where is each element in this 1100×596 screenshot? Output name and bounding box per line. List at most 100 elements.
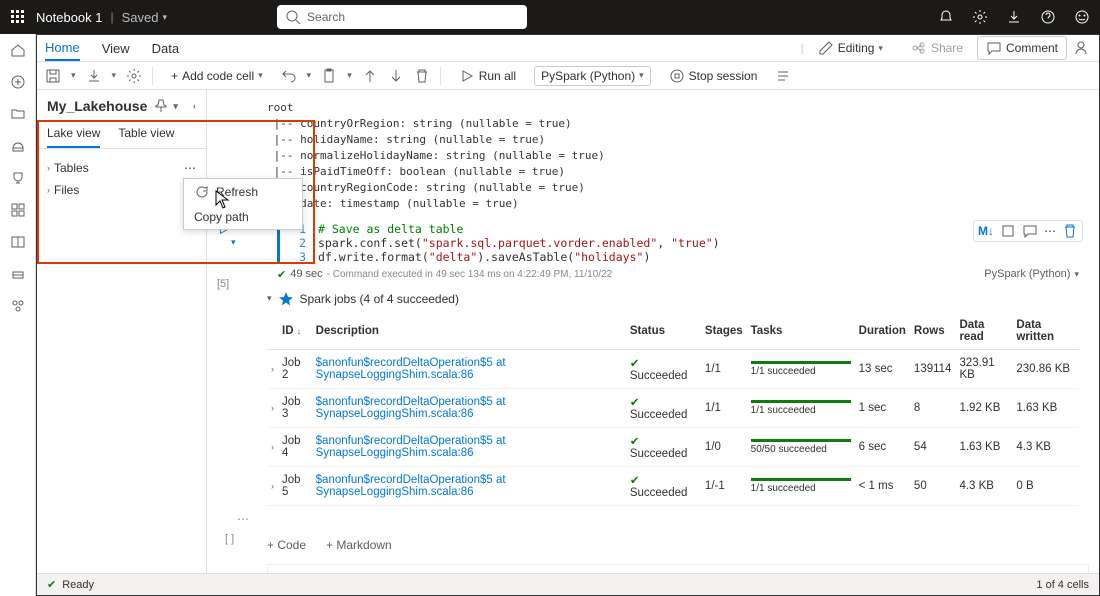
download-icon[interactable] [1006,9,1022,25]
chevron-right-icon: › [47,185,50,195]
lakehouse-name[interactable]: My_Lakehouse [47,98,147,114]
tab-lake-view[interactable]: Lake view [47,126,100,148]
chevron-down-icon: ▾ [639,70,644,81]
share-icon [911,40,927,56]
chevron-down-icon[interactable]: ▾ [231,237,236,247]
search-placeholder: Search [307,10,345,24]
cell-language[interactable]: PySpark (Python) ▾ [984,268,1079,280]
undo-icon[interactable] [281,68,297,84]
lakehouse-icon[interactable] [10,266,26,282]
chevron-down-icon: ▾ [258,70,263,81]
table-row[interactable]: ›Job 2$anonfun$recordDeltaOperation$5 at… [267,349,1079,388]
in-label: [5] [217,278,229,290]
exec-time: 49 sec [290,268,322,280]
tree-files[interactable]: › Files [47,179,196,201]
comment-icon[interactable] [1022,223,1038,239]
bell-icon[interactable] [938,9,954,25]
save-icon[interactable] [45,68,61,84]
chevron-down-icon: ▾ [267,293,272,304]
check-icon: ✔ [277,268,286,281]
ctx-refresh[interactable]: Refresh [184,179,302,205]
gear-icon[interactable] [972,9,988,25]
add-code-cell[interactable]: + Add code cell ▾ [163,66,271,86]
more-icon[interactable]: ⋯ [1044,224,1056,238]
outline-icon[interactable] [775,68,791,84]
divider: | [111,10,114,24]
chevron-down-icon: ▾ [878,43,883,54]
table-row[interactable]: ›Job 4$anonfun$recordDeltaOperation$5 at… [267,427,1079,466]
gear-icon[interactable] [126,68,142,84]
add-markdown[interactable]: + Markdown [326,538,392,552]
home-icon[interactable] [10,42,26,58]
chevron-down-icon[interactable]: ▾ [173,101,178,112]
person-icon[interactable] [1073,40,1089,56]
exec-detail: - Command executed in 49 sec 134 ms on 4… [327,269,613,280]
arrow-up-icon[interactable] [362,68,378,84]
table-row[interactable]: ›Job 3$anonfun$recordDeltaOperation$5 at… [267,388,1079,427]
share-button[interactable]: Share [903,37,971,59]
chevron-right-icon: › [47,163,50,173]
search-box[interactable]: Search [277,5,527,29]
convert-icon[interactable] [1000,223,1016,239]
markdown-toggle[interactable]: M↓ [978,224,994,238]
stop-session-button[interactable]: Stop session [661,65,766,87]
editing-mode[interactable]: Editing ▾ [810,37,891,59]
feedback-icon[interactable] [1074,9,1090,25]
cursor-icon [215,190,231,210]
clipboard-icon[interactable] [321,68,337,84]
chevron-down-icon[interactable]: ▾ [347,70,352,81]
onelake-icon[interactable] [10,138,26,154]
waffle-icon[interactable] [10,9,26,25]
pencil-icon [818,40,834,56]
chevron-down-icon[interactable]: ▾ [112,70,117,81]
run-all-button[interactable]: Run all [451,65,524,87]
panel-icon[interactable] [10,234,26,250]
tab-table-view[interactable]: Table view [118,126,174,148]
plus-icon: + [171,69,178,83]
code-editor[interactable]: 1# Save as delta table2spark.conf.set("s… [277,222,1089,264]
trash-icon[interactable] [1062,223,1078,239]
collapse-icon[interactable]: ‹ [193,101,196,111]
arrow-down-icon[interactable] [388,68,404,84]
trophy-icon[interactable] [10,170,26,186]
folder-icon[interactable] [10,106,26,122]
search-icon [285,9,301,25]
tree-tables[interactable]: › Tables ⋯ [47,157,196,179]
more-icon[interactable]: ⋯ [184,161,196,175]
check-icon: ✔ [47,578,56,591]
refresh-icon [194,184,210,200]
comment-button[interactable]: Comment [977,36,1067,60]
tab-view[interactable]: View [102,37,130,60]
app-icon[interactable] [10,202,26,218]
chevron-down-icon[interactable]: ▾ [163,12,168,23]
in-label: [ ] [225,533,234,545]
stop-icon [669,68,685,84]
spark-jobs-table: ID ↓DescriptionStatusStagesTasksDuration… [267,313,1079,506]
schema-output: root |-- countryOrRegion: string (nullab… [267,100,1089,212]
add-code[interactable]: + Code [267,538,306,552]
comment-icon [986,40,1002,56]
trash-icon[interactable] [414,68,430,84]
workspace-icon[interactable] [10,298,26,314]
chevron-down-icon[interactable]: ▾ [307,70,312,81]
tab-data[interactable]: Data [152,37,179,60]
cell-count: 1 of 4 cells [1036,579,1089,591]
help-icon[interactable] [1040,9,1056,25]
chevron-down-icon[interactable]: ▾ [71,70,76,81]
spark-jobs-toggle[interactable]: ▾ Spark jobs (4 of 4 succeeded) [267,285,1089,313]
download-icon[interactable] [86,68,102,84]
ctx-copy-path[interactable]: Copy path [184,205,302,229]
add-icon[interactable] [10,74,26,90]
status-ready: Ready [62,579,94,591]
more-icon[interactable]: ⋯ [237,512,1089,526]
spark-icon [278,291,294,307]
tab-home[interactable]: Home [45,36,80,61]
table-row[interactable]: ›Job 5$anonfun$recordDeltaOperation$5 at… [267,466,1079,505]
play-icon [459,68,475,84]
kernel-selector[interactable]: PySpark (Python) ▾ [534,66,651,86]
notebook-title[interactable]: Notebook 1 [36,10,103,25]
context-menu: Refresh Copy path [183,178,303,230]
save-status[interactable]: Saved [122,10,159,25]
pin-icon[interactable] [153,98,169,114]
divider: | [801,41,804,55]
